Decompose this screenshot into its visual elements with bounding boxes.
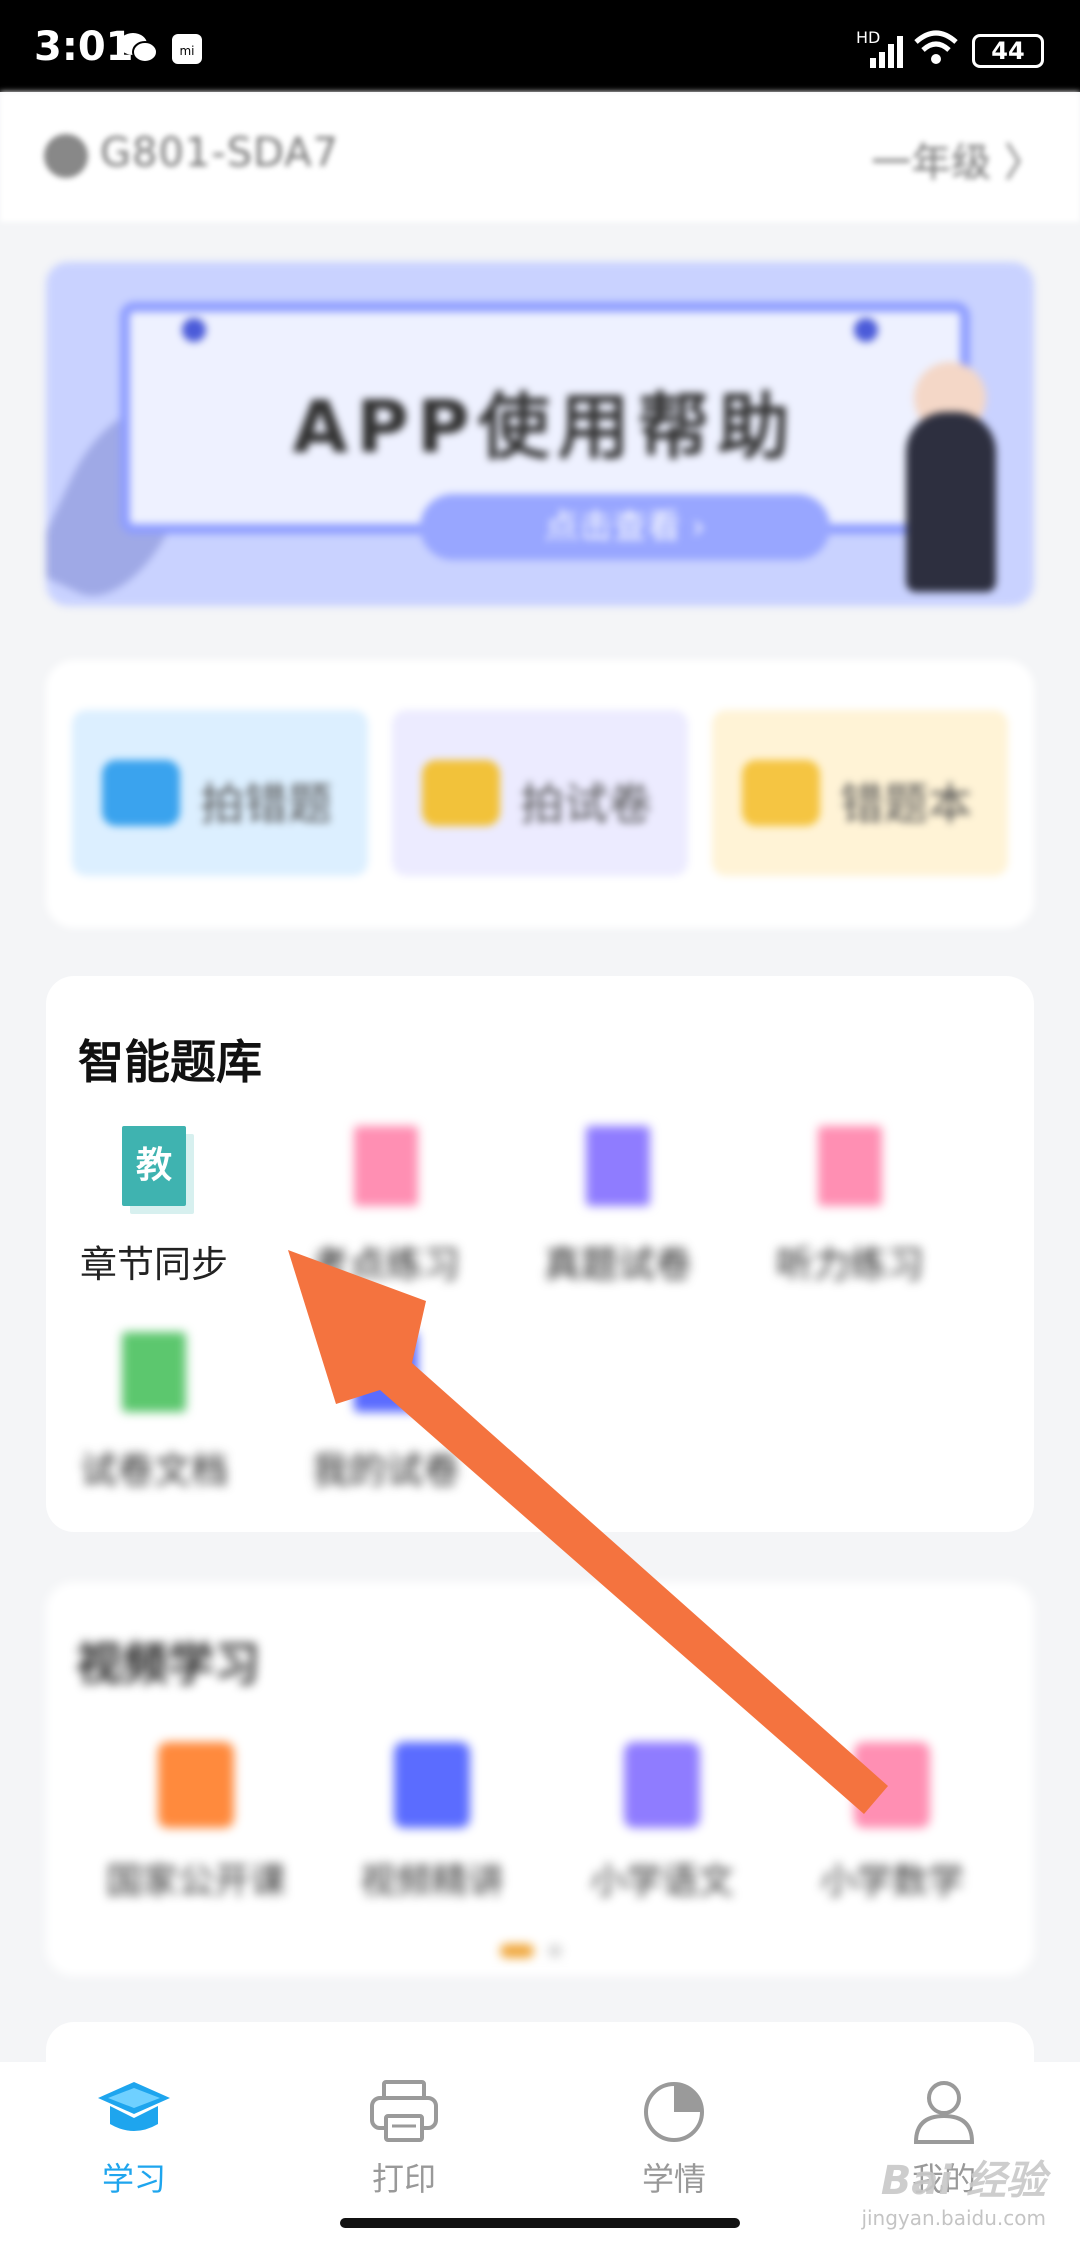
pin-icon bbox=[854, 318, 878, 342]
watermark: Bai 经验 jingyan.baidu.com bbox=[861, 2148, 1046, 2230]
folder-icon bbox=[354, 1332, 418, 1412]
svg-text:mi: mi bbox=[179, 44, 194, 58]
tab-learning-status[interactable]: 学情 bbox=[584, 2076, 764, 2200]
my-papers-item[interactable]: 我的试卷 bbox=[286, 1332, 486, 1494]
primary-chinese-item[interactable]: 小学语文 bbox=[552, 1742, 772, 1904]
home-indicator[interactable] bbox=[340, 2218, 740, 2228]
camera-icon bbox=[102, 760, 180, 826]
banner-view-button[interactable]: 点击查看 › bbox=[420, 494, 830, 560]
pin-icon bbox=[182, 318, 206, 342]
national-open-class-item[interactable]: 国家公开课 bbox=[86, 1742, 306, 1904]
carousel-dot[interactable] bbox=[548, 1944, 562, 1958]
quick-action-label: 拍错题 bbox=[200, 779, 332, 830]
camera-icon bbox=[422, 760, 500, 826]
video-icon bbox=[624, 1742, 700, 1828]
paper-documents-item[interactable]: 试卷文档 bbox=[54, 1332, 254, 1494]
video-item-label: 视频精讲 bbox=[359, 1861, 504, 1902]
device-icon bbox=[44, 134, 88, 178]
wifi-icon bbox=[914, 30, 958, 64]
wechat-icon bbox=[119, 33, 158, 63]
tab-label: 学习 bbox=[101, 2160, 166, 2198]
quick-actions-card: 拍错题 拍试卷 错题本 bbox=[46, 660, 1034, 928]
snap-wrong-question-button[interactable]: 拍错题 bbox=[72, 710, 368, 876]
tab-label: 打印 bbox=[371, 2160, 436, 2198]
battery-icon: 44 bbox=[972, 34, 1044, 68]
quick-action-label: 拍试卷 bbox=[520, 779, 652, 830]
practice-icon bbox=[354, 1126, 418, 1206]
tab-print[interactable]: 打印 bbox=[314, 2076, 494, 2200]
video-icon bbox=[854, 1742, 930, 1828]
video-icon bbox=[158, 1742, 234, 1828]
grid-item-label: 我的试卷 bbox=[312, 1449, 460, 1492]
question-bank-card: 智能题库 教 章节同步 考点练习 真题试卷 听力练习 试卷文档 我的试卷 bbox=[46, 976, 1034, 1532]
signal-icon bbox=[870, 36, 903, 68]
video-study-card: 视频学习 国家公开课 视频精讲 小学语文 小学数学 bbox=[46, 1582, 1034, 1976]
mi-icon: mi bbox=[172, 34, 202, 64]
carousel-dot-active bbox=[500, 1944, 534, 1958]
video-lectures-item[interactable]: 视频精讲 bbox=[322, 1742, 542, 1904]
device-id[interactable]: G801-SDA7 bbox=[100, 130, 339, 176]
chapter-sync-item[interactable]: 教 章节同步 bbox=[54, 1126, 254, 1288]
video-item-label: 小学数学 bbox=[819, 1861, 964, 1902]
status-bar: 3:01 mi HD 44 bbox=[0, 0, 1080, 92]
video-icon bbox=[394, 1742, 470, 1828]
primary-math-item[interactable]: 小学数学 bbox=[782, 1742, 1002, 1904]
textbook-icon: 教 bbox=[122, 1126, 186, 1206]
graduation-cap-icon bbox=[98, 2082, 170, 2131]
grid-item-label: 真题试卷 bbox=[544, 1243, 692, 1286]
grid-item-label: 章节同步 bbox=[80, 1243, 228, 1286]
watermark-url: jingyan.baidu.com bbox=[861, 2206, 1046, 2230]
banner-board: APP使用帮助 点击查看 › bbox=[120, 302, 970, 560]
grid-item-label: 听力练习 bbox=[776, 1243, 924, 1286]
tab-label: 学情 bbox=[641, 2160, 706, 2198]
topic-practice-item[interactable]: 考点练习 bbox=[286, 1126, 486, 1288]
video-item-label: 国家公开课 bbox=[105, 1861, 286, 1902]
app-header: G801-SDA7 一年级 〉 bbox=[0, 92, 1080, 222]
user-icon bbox=[913, 2081, 975, 2144]
book-icon bbox=[742, 760, 820, 826]
document-icon bbox=[122, 1332, 186, 1412]
printer-icon bbox=[370, 2080, 438, 2142]
grid-item-label: 考点练习 bbox=[312, 1243, 460, 1286]
banner-title: APP使用帮助 bbox=[292, 385, 798, 469]
grid-item-label: 试卷文档 bbox=[80, 1449, 228, 1492]
section-title: 智能题库 bbox=[78, 1035, 262, 1089]
help-banner[interactable]: APP使用帮助 点击查看 › bbox=[46, 262, 1034, 606]
snap-paper-button[interactable]: 拍试卷 bbox=[392, 710, 688, 876]
watermark-logo: Bai 经验 bbox=[880, 2158, 1046, 2204]
quick-action-label: 错题本 bbox=[840, 779, 972, 830]
person-illustration bbox=[906, 412, 996, 592]
video-item-label: 小学语文 bbox=[589, 1861, 734, 1902]
section-title: 视频学习 bbox=[76, 1637, 260, 1691]
paper-icon bbox=[586, 1126, 650, 1206]
wrong-question-book-button[interactable]: 错题本 bbox=[712, 710, 1008, 876]
listening-practice-item[interactable]: 听力练习 bbox=[750, 1126, 950, 1288]
past-papers-item[interactable]: 真题试卷 bbox=[518, 1126, 718, 1288]
headphones-icon bbox=[818, 1126, 882, 1206]
tab-study[interactable]: 学习 bbox=[44, 2076, 224, 2200]
grade-selector[interactable]: 一年级 〉 bbox=[871, 130, 1044, 188]
pie-chart-icon bbox=[644, 2082, 704, 2142]
battery-level: 44 bbox=[991, 37, 1025, 65]
